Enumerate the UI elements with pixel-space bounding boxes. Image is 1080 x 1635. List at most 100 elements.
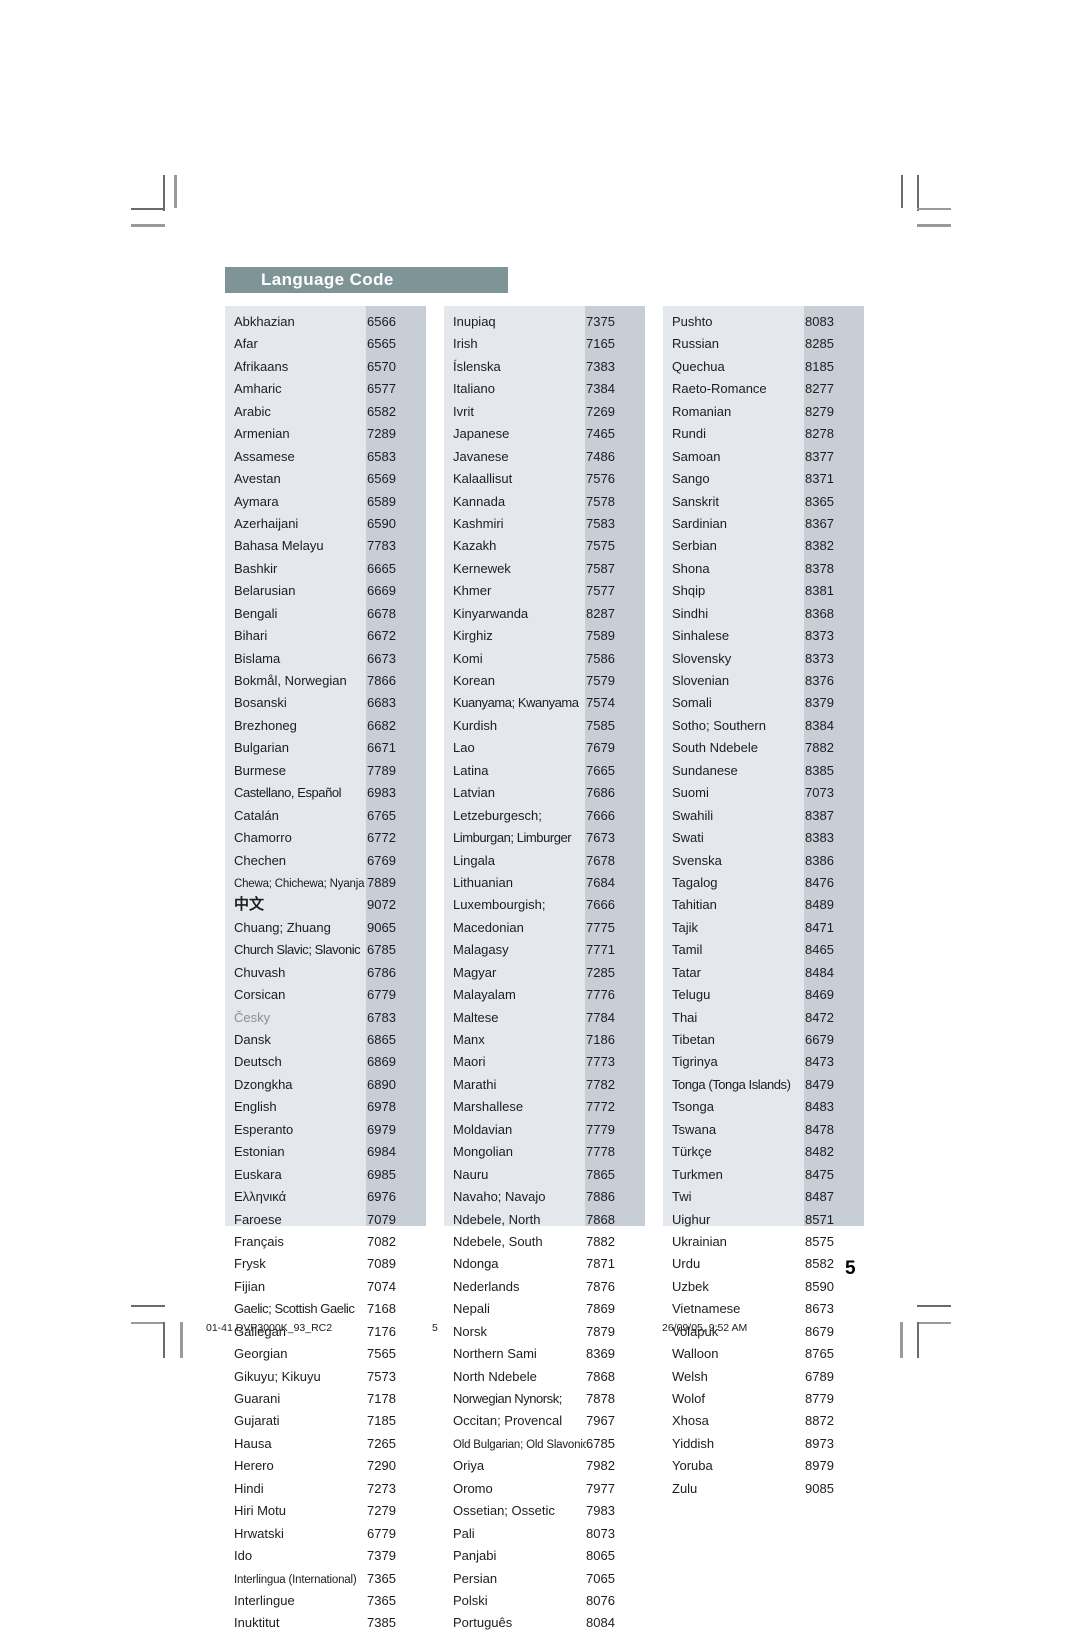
table-row: Lao 7679: [444, 737, 645, 759]
language-name: Chewa; Chichewa; Nyanja: [234, 877, 365, 890]
language-name: Tahitian: [672, 897, 717, 913]
language-code-value: 8065: [586, 1548, 615, 1564]
language-code-value: 8472: [805, 1009, 834, 1025]
table-row: Chuvash 6786: [225, 962, 426, 984]
language-name: Ndebele, South: [453, 1233, 543, 1249]
language-name: Kinyarwanda: [453, 605, 529, 621]
table-row: Wolof 8779: [663, 1388, 864, 1410]
language-code-value: 6983: [367, 785, 396, 801]
language-code-value: 7176: [367, 1323, 396, 1339]
language-name: Yoruba: [672, 1458, 713, 1474]
language-name: Kernewek: [453, 560, 511, 576]
language-name: Shqip: [672, 583, 706, 599]
language-name: Catalán: [234, 807, 279, 823]
table-row: Japanese 7465: [444, 423, 645, 445]
language-code-value: 7585: [586, 717, 615, 733]
language-code-value: 7165: [586, 336, 615, 352]
language-code-value: 8376: [805, 673, 834, 688]
language-code-rows: Inupiaq 7375 Irish 7165 Íslenska 7383 Italiano…: [444, 306, 645, 1635]
table-row: Romanian 8279: [663, 401, 864, 423]
table-row: Nauru 7865: [444, 1164, 645, 1186]
language-code-value: 6665: [367, 560, 396, 576]
language-name: North Ndebele: [453, 1368, 537, 1384]
language-code-value: 8590: [805, 1278, 834, 1294]
language-name: Welsh: [672, 1368, 708, 1384]
language-code-value: 8371: [805, 471, 834, 487]
language-code-value: 8387: [805, 807, 834, 823]
table-row: Kurdish 7585: [444, 715, 645, 737]
table-row: Sundanese 8385: [663, 760, 864, 782]
table-row: Thai 8472: [663, 1007, 864, 1029]
language-name: Česky: [234, 1009, 271, 1025]
table-row: Inuktitut 7385: [225, 1612, 426, 1634]
table-row: Tahitian 8489: [663, 894, 864, 916]
table-row: Kernewek 7587: [444, 558, 645, 580]
table-row: Arabic 6582: [225, 401, 426, 423]
table-row: Swati 8383: [663, 827, 864, 849]
language-code-value: 6978: [367, 1099, 396, 1115]
table-row: Armenian 7289: [225, 423, 426, 445]
language-name: Telugu: [672, 987, 711, 1003]
language-code-value: 8287: [586, 605, 615, 621]
language-name: Lao: [453, 740, 475, 756]
language-name: Hiri Motu: [234, 1503, 287, 1519]
table-row: Uighur 8571: [663, 1209, 864, 1231]
table-row: Íslenska 7383: [444, 356, 645, 378]
language-code-value: 8083: [805, 314, 834, 329]
table-row: Bislama 6673: [225, 648, 426, 670]
table-row: Tsonga 8483: [663, 1096, 864, 1118]
language-code-value: 8582: [805, 1256, 834, 1272]
language-code-value: 7869: [586, 1301, 615, 1317]
language-code-value: 7868: [586, 1211, 615, 1227]
language-code-value: 6672: [367, 628, 396, 644]
table-row: Bulgarian 6671: [225, 737, 426, 759]
language-code-value: 7379: [367, 1548, 396, 1564]
language-name: Malagasy: [453, 942, 509, 958]
language-code-value: 7285: [586, 964, 615, 980]
language-code-value: 7574: [586, 695, 615, 711]
language-name: Manx: [453, 1032, 485, 1047]
language-code-value: 7871: [586, 1256, 615, 1272]
table-row: Chechen 6769: [225, 850, 426, 872]
language-code-value: 7773: [586, 1054, 615, 1070]
table-row: Ndebele, South 7882: [444, 1231, 645, 1253]
language-name: Tamil: [672, 942, 703, 958]
table-row: Malagasy 7771: [444, 939, 645, 961]
language-name: Thai: [672, 1009, 698, 1025]
language-name: Samoan: [672, 448, 721, 464]
language-name: Pushto: [672, 314, 713, 329]
language-code-value: 7783: [367, 538, 396, 554]
table-row: Polski 8076: [444, 1590, 645, 1612]
language-name: Letzeburgesch;: [453, 807, 542, 823]
language-name: Rundi: [672, 426, 706, 442]
language-code-value: 7776: [586, 987, 615, 1003]
language-name: Ido: [234, 1548, 253, 1564]
language-code-value: 6783: [367, 1009, 396, 1025]
table-row: Norwegian Nynorsk; 7878: [444, 1388, 645, 1410]
language-name: Slovenian: [672, 673, 730, 688]
language-name: Sinhalese: [672, 628, 730, 644]
table-row: Chuang; Zhuang 9065: [225, 917, 426, 939]
language-code-value: 6569: [367, 471, 396, 487]
table-row: Persian 7065: [444, 1568, 645, 1590]
language-code-value: 8476: [805, 874, 834, 890]
language-code-value: 8465: [805, 942, 834, 958]
language-name: Vietnamese: [672, 1301, 741, 1317]
table-row: Amharic 6577: [225, 378, 426, 400]
crop-mark-bottom-right-corner-arm: [917, 1322, 951, 1324]
language-code-value: 8377: [805, 448, 834, 464]
table-row: Turkmen 8475: [663, 1164, 864, 1186]
table-row: Kazakh 7575: [444, 535, 645, 557]
table-row: Svenska 8386: [663, 850, 864, 872]
language-code-value: 8285: [805, 336, 834, 352]
language-code-value: 7273: [367, 1480, 396, 1496]
language-name: Assamese: [234, 448, 295, 464]
language-code-value: 8373: [805, 628, 834, 644]
language-code-value: 8779: [805, 1391, 834, 1406]
table-row: Quechua 8185: [663, 356, 864, 378]
language-code-value: 8278: [805, 426, 834, 442]
language-code-value: 8471: [805, 919, 834, 935]
language-name: Lingala: [453, 852, 495, 868]
language-name: Oriya: [453, 1458, 485, 1474]
table-row: Tigrinya 8473: [663, 1051, 864, 1073]
